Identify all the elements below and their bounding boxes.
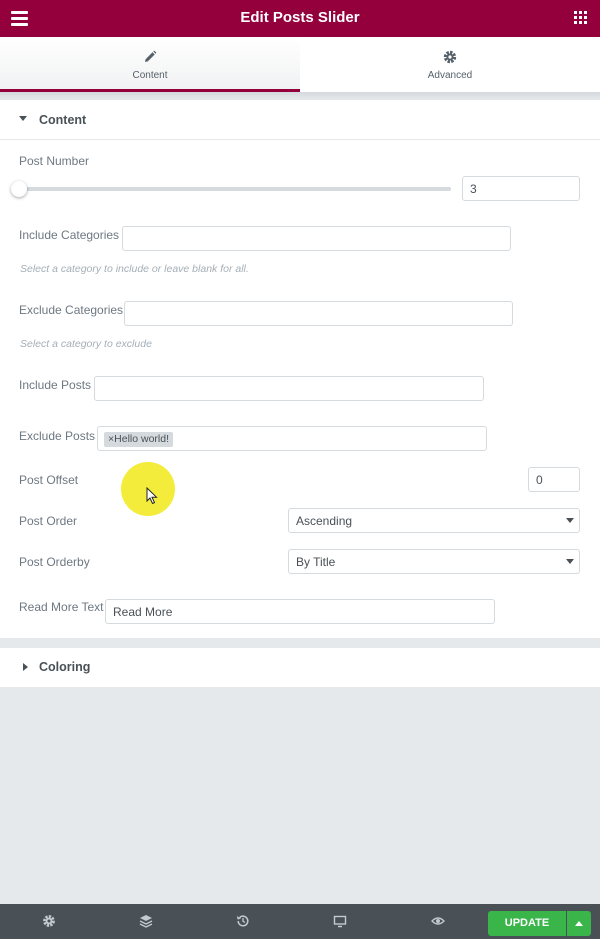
responsive-desktop-icon[interactable] [333,914,347,928]
chevron-down-icon [566,559,574,564]
chevron-down-icon [566,518,574,523]
include-categories-input[interactable] [122,226,511,251]
post-offset-label: Post Offset [19,473,79,487]
post-offset-input[interactable]: 0 [528,467,580,492]
exclude-categories-input[interactable] [124,301,513,326]
post-order-select[interactable]: Ascending [288,508,580,533]
content-section-title: Content [39,113,87,127]
pencil-icon [0,50,300,64]
post-number-slider-handle[interactable] [11,181,27,197]
include-categories-label: Include Categories [19,228,120,242]
panel-title: Edit Posts Slider [240,9,360,26]
read-more-input[interactable]: Read More [105,599,495,624]
history-icon[interactable] [236,914,250,928]
exclude-posts-label: Exclude Posts [19,429,96,443]
coloring-section-header[interactable]: Coloring [0,648,600,687]
mouse-cursor-icon [146,487,158,505]
read-more-label: Read More Text [19,600,104,614]
tag-text: Hello world! [114,433,169,445]
tab-advanced[interactable]: Advanced [300,37,600,92]
post-orderby-select[interactable]: By Title [288,549,580,574]
exclude-categories-description: Select a category to exclude [20,338,152,350]
tab-content[interactable]: Content [0,37,300,92]
content-section-header[interactable]: Content [0,100,600,140]
caret-right-icon [23,663,28,671]
post-orderby-label: Post Orderby [19,555,90,569]
include-posts-label: Include Posts [19,378,92,392]
tab-content-label: Content [132,70,168,81]
gear-icon [300,50,600,64]
layers-icon[interactable] [139,914,153,928]
post-number-label: Post Number [19,154,90,168]
exclude-post-tag: ×Hello world! [104,432,173,447]
update-options-button[interactable] [567,911,591,936]
tab-advanced-label: Advanced [427,70,473,81]
caret-up-icon [575,921,583,926]
preview-eye-icon[interactable] [431,914,445,928]
coloring-section-title: Coloring [39,660,91,674]
exclude-categories-label: Exclude Categories [19,303,124,317]
grid-apps-icon[interactable] [574,11,587,24]
include-posts-input[interactable] [94,376,484,401]
post-number-slider-track[interactable] [20,187,451,191]
post-order-label: Post Order [19,514,78,528]
panel-tabs: Content Advanced [0,37,600,92]
post-number-input[interactable]: 3 [462,176,580,201]
update-button[interactable]: UPDATE [488,911,566,936]
tabs-divider [0,92,600,100]
settings-icon[interactable] [42,914,56,928]
include-categories-description: Select a category to include or leave bl… [20,263,249,275]
editor-header: Edit Posts Slider [0,0,600,37]
caret-down-icon [19,116,27,121]
